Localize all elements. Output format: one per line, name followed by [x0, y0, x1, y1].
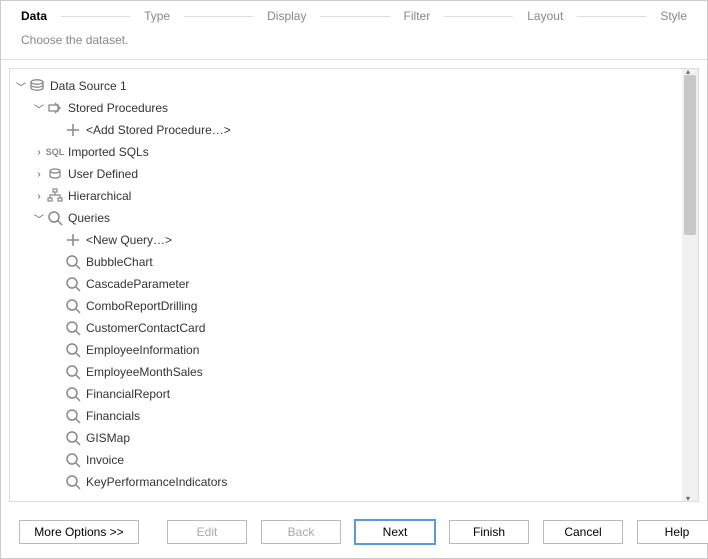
divider — [1, 59, 707, 60]
step-layout[interactable]: Layout — [527, 9, 563, 23]
tree-node-queries[interactable]: ﹀ Queries — [10, 207, 682, 229]
tree-label: <Add Stored Procedure…> — [86, 123, 231, 137]
tree-label: BubbleChart — [86, 255, 153, 269]
tree-label: EmployeeMonthSales — [86, 365, 203, 379]
tree-action-add-stored-procedure[interactable]: › <Add Stored Procedure…> — [10, 119, 682, 141]
finish-button[interactable]: Finish — [449, 520, 529, 544]
tree-label: KeyPerformanceIndicators — [86, 475, 227, 489]
step-data[interactable]: Data — [21, 9, 47, 23]
tree-label: Data Source 1 — [50, 79, 127, 93]
step-type[interactable]: Type — [144, 9, 170, 23]
database-icon — [46, 166, 64, 182]
step-style[interactable]: Style — [660, 9, 687, 23]
plus-icon — [64, 232, 82, 248]
hierarchy-icon — [46, 188, 64, 204]
expand-arrow-icon[interactable]: › — [32, 147, 46, 158]
step-display[interactable]: Display — [267, 9, 306, 23]
query-icon — [64, 276, 82, 292]
tree-node-hierarchical[interactable]: › Hierarchical — [10, 185, 682, 207]
query-icon — [46, 210, 64, 226]
tree-action-new-query[interactable]: › <New Query…> — [10, 229, 682, 251]
cancel-button[interactable]: Cancel — [543, 520, 623, 544]
expand-arrow-icon[interactable]: ﹀ — [32, 211, 46, 226]
step-separator — [184, 16, 253, 17]
tree-label: GISMap — [86, 431, 130, 445]
subtitle: Choose the dataset. — [1, 27, 707, 59]
tree-node-query[interactable]: ›KeyPerformanceIndicators — [10, 471, 682, 493]
wizard-steps: Data Type Display Filter Layout Style — [1, 1, 707, 27]
tree-label: CascadeParameter — [86, 277, 189, 291]
next-button[interactable]: Next — [355, 520, 435, 544]
tree-node-user-defined[interactable]: › User Defined — [10, 163, 682, 185]
tree-node-query[interactable]: ›EmployeeMonthSales — [10, 361, 682, 383]
database-icon — [28, 78, 46, 94]
expand-arrow-icon[interactable]: › — [32, 169, 46, 180]
tree-label: EmployeeInformation — [86, 343, 199, 357]
query-icon — [64, 342, 82, 358]
tree-node-query[interactable]: ›CustomerContactCard — [10, 317, 682, 339]
scrollbar[interactable]: ▴ ▾ — [682, 69, 698, 501]
tree-node-query[interactable]: ›FinancialReport — [10, 383, 682, 405]
step-separator — [320, 16, 389, 17]
query-icon — [64, 430, 82, 446]
scroll-down-icon[interactable]: ▾ — [686, 494, 690, 502]
tree-node-datasource[interactable]: ﹀ Data Source 1 — [10, 75, 682, 97]
tree-node-query[interactable]: ›GISMap — [10, 427, 682, 449]
query-icon — [64, 474, 82, 490]
button-bar: More Options >> Edit Back Next Finish Ca… — [1, 510, 707, 558]
tree-node-imported-sqls[interactable]: › SQL Imported SQLs — [10, 141, 682, 163]
plus-icon — [64, 122, 82, 138]
query-icon — [64, 254, 82, 270]
sql-icon: SQL — [46, 144, 64, 160]
more-options-button[interactable]: More Options >> — [19, 520, 139, 544]
step-separator — [444, 16, 513, 17]
expand-arrow-icon[interactable]: ﹀ — [32, 101, 46, 116]
back-button: Back — [261, 520, 341, 544]
tree-label: <New Query…> — [86, 233, 172, 247]
tree-panel: ﹀ Data Source 1 ﹀ Stored Procedures › <A… — [9, 68, 699, 502]
tree-label: Imported SQLs — [68, 145, 149, 159]
tree-label: Hierarchical — [68, 189, 131, 203]
tree-node-query[interactable]: ›BubbleChart — [10, 251, 682, 273]
tree-node-query[interactable]: ›EmployeeInformation — [10, 339, 682, 361]
tree-node-stored-procedures[interactable]: ﹀ Stored Procedures — [10, 97, 682, 119]
tree-label: Queries — [68, 211, 110, 225]
step-separator — [61, 16, 130, 17]
tree-scroll[interactable]: ﹀ Data Source 1 ﹀ Stored Procedures › <A… — [10, 69, 682, 501]
query-icon — [64, 452, 82, 468]
stored-procedure-icon — [46, 100, 64, 116]
help-button[interactable]: Help — [637, 520, 708, 544]
query-icon — [64, 320, 82, 336]
tree-label: CustomerContactCard — [86, 321, 205, 335]
tree-label: Invoice — [86, 453, 124, 467]
tree-node-query[interactable]: ›Financials — [10, 405, 682, 427]
tree-node-query[interactable]: ›CascadeParameter — [10, 273, 682, 295]
tree-label: Stored Procedures — [68, 101, 168, 115]
edit-button: Edit — [167, 520, 247, 544]
tree-node-query[interactable]: ›Invoice — [10, 449, 682, 471]
scrollbar-thumb[interactable] — [684, 75, 696, 235]
query-icon — [64, 408, 82, 424]
tree-label: FinancialReport — [86, 387, 170, 401]
tree-label: User Defined — [68, 167, 138, 181]
tree-label: ComboReportDrilling — [86, 299, 197, 313]
step-filter[interactable]: Filter — [404, 9, 431, 23]
tree-node-query[interactable]: ›ComboReportDrilling — [10, 295, 682, 317]
expand-arrow-icon[interactable]: ﹀ — [14, 79, 28, 94]
query-icon — [64, 386, 82, 402]
tree-label: Financials — [86, 409, 140, 423]
step-separator — [577, 16, 646, 17]
query-icon — [64, 364, 82, 380]
query-icon — [64, 298, 82, 314]
expand-arrow-icon[interactable]: › — [32, 191, 46, 202]
